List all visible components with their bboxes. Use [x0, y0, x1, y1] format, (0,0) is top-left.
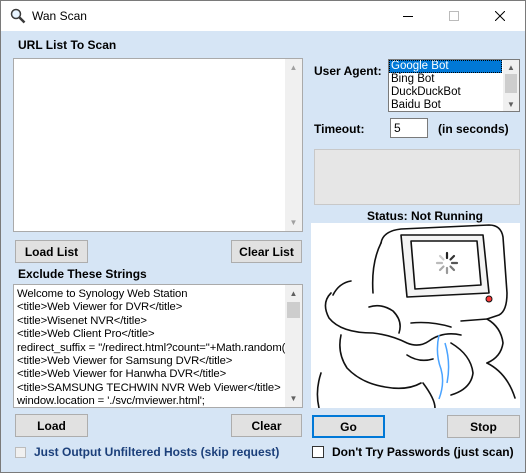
url-list-textarea[interactable]: ▲ ▼: [13, 58, 303, 232]
exclude-line: Welcome to Synology Web Station: [17, 288, 188, 300]
exclude-line: <title>Web Client Pro</title>: [17, 328, 155, 341]
clear-list-button[interactable]: Clear List: [231, 240, 302, 263]
timeout-label: Timeout:: [314, 122, 365, 136]
minimize-icon: [403, 16, 413, 17]
exclude-line: <title>Web Viewer for DVR</title>: [17, 301, 183, 314]
exclude-line: redirect_suffix = "/redirect.html?count=…: [17, 341, 293, 354]
scroll-up-icon[interactable]: ▲: [285, 59, 302, 76]
title-bar: Wan Scan: [1, 1, 525, 31]
scroll-down-icon[interactable]: ▼: [503, 97, 519, 111]
exclude-strings-textarea[interactable]: Welcome to Synology Web Station <title>W…: [13, 284, 303, 408]
exclude-line: <title>SAMSUNG TECHWIN NVR Web Viewer</t…: [17, 381, 281, 394]
unfiltered-hosts-label: Just Output Unfiltered Hosts (skip reque…: [34, 445, 280, 459]
exclude-line: <title>Web Viewer for Hanwha DVR</title>: [17, 368, 227, 381]
app-window: Wan Scan URL List To Scan ▲ ▼ Load List …: [0, 0, 526, 473]
scroll-down-icon[interactable]: ▼: [285, 390, 302, 407]
user-agent-option[interactable]: DuckDuckBot: [389, 86, 519, 99]
close-button[interactable]: [477, 1, 523, 31]
maximize-icon: [449, 11, 459, 21]
status-illustration: [311, 223, 520, 408]
user-agent-option[interactable]: Bing Bot: [389, 73, 519, 86]
url-list-scrollbar[interactable]: ▲ ▼: [285, 59, 302, 231]
scroll-up-icon[interactable]: ▲: [285, 285, 302, 302]
user-agent-listbox[interactable]: Google Bot Bing Bot DuckDuckBot Baidu Bo…: [388, 59, 520, 112]
user-agent-label: User Agent:: [314, 64, 382, 78]
no-passwords-label: Don't Try Passwords (just scan): [332, 445, 514, 459]
timeout-unit-label: (in seconds): [438, 122, 509, 136]
exclude-strings-text: Welcome to Synology Web Station <title>W…: [17, 288, 293, 408]
exclude-line: <title>Wisenet NVR</title>: [17, 314, 147, 327]
clear-button[interactable]: Clear: [231, 414, 302, 437]
status-panel: [314, 149, 520, 205]
stop-button[interactable]: Stop: [447, 415, 520, 438]
waiting-computer-illustration: [316, 224, 516, 408]
minimize-button[interactable]: [385, 1, 431, 31]
maximize-button[interactable]: [431, 1, 477, 31]
scroll-down-icon[interactable]: ▼: [285, 214, 302, 231]
no-passwords-option[interactable]: Don't Try Passwords (just scan): [312, 445, 514, 459]
window-title: Wan Scan: [32, 9, 87, 23]
close-icon: [495, 11, 505, 21]
scrollbar-thumb[interactable]: [287, 302, 300, 318]
timeout-input[interactable]: 5: [390, 118, 428, 138]
url-list-label: URL List To Scan: [18, 38, 117, 52]
scroll-up-icon[interactable]: ▲: [503, 60, 519, 74]
user-agent-option[interactable]: Google Bot: [389, 60, 502, 73]
exclude-line: <title>Web Viewer for Samsung DVR</title…: [17, 355, 233, 368]
magnifier-icon: [10, 8, 26, 24]
load-list-button[interactable]: Load List: [15, 240, 88, 263]
exclude-strings-scrollbar[interactable]: ▲ ▼: [285, 285, 302, 407]
user-agent-option[interactable]: Baidu Bot: [389, 99, 519, 111]
unfiltered-hosts-checkbox[interactable]: [15, 446, 26, 458]
load-button[interactable]: Load: [15, 414, 88, 437]
no-passwords-checkbox[interactable]: [312, 446, 324, 458]
status-text: Status: Not Running: [367, 209, 483, 223]
unfiltered-hosts-option[interactable]: Just Output Unfiltered Hosts (skip reque…: [15, 445, 279, 459]
user-agent-scrollbar[interactable]: ▲ ▼: [503, 60, 519, 111]
go-button[interactable]: Go: [312, 415, 385, 438]
scrollbar-thumb[interactable]: [505, 74, 517, 93]
exclude-line: window.location = './svc/mviewer.html';: [17, 395, 205, 408]
exclude-strings-label: Exclude These Strings: [18, 267, 147, 281]
